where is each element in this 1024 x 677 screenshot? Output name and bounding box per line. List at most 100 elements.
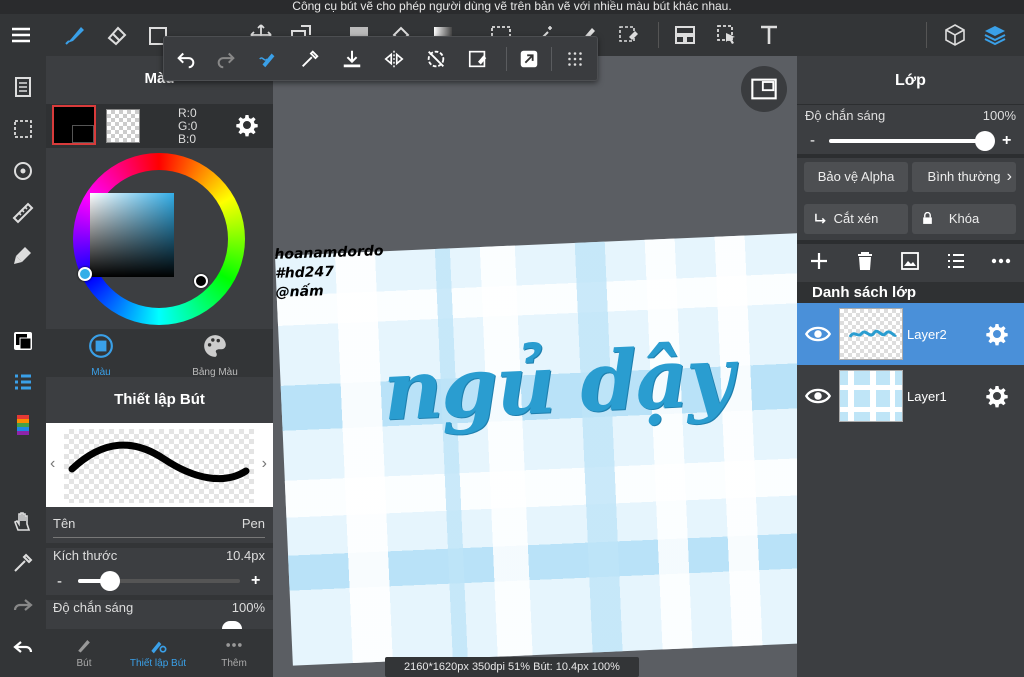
share-icon[interactable]	[515, 45, 543, 73]
tab-palette[interactable]: Bảng Màu	[160, 333, 270, 378]
brush-icon[interactable]	[8, 240, 38, 270]
eye-icon[interactable]	[803, 319, 833, 349]
clip-label: Cắt xén	[833, 211, 879, 226]
operation-tool-icon[interactable]	[712, 20, 742, 50]
tooltip-text: Công cụ bút vẽ cho phép người dùng vẽ tr…	[0, 0, 1024, 14]
lock-icon	[923, 212, 932, 224]
canvas-lettering: ngủ dậy	[381, 328, 735, 440]
brush-size-knob[interactable]	[100, 571, 121, 591]
import-image-icon[interactable]	[898, 249, 922, 278]
eye-icon[interactable]	[803, 381, 833, 411]
undo-icon[interactable]	[172, 45, 200, 73]
clip-button[interactable]: Cắt xén	[804, 204, 908, 234]
more-options-icon[interactable]	[989, 249, 1013, 278]
select-eraser-icon[interactable]	[614, 20, 644, 50]
app-window: Công cụ bút vẽ cho phép người dùng vẽ tr…	[0, 0, 1024, 677]
redo-side-icon[interactable]	[8, 590, 38, 620]
menu-icon[interactable]	[6, 20, 36, 50]
tab-brush-settings[interactable]: Thiết lập Bút	[122, 635, 194, 669]
selection-icon[interactable]	[8, 114, 38, 144]
brush-panel-title: Thiết lập Bút	[114, 391, 205, 408]
pen-tool-icon[interactable]	[60, 20, 90, 50]
layer-opacity-knob[interactable]	[975, 131, 995, 151]
canvas-area[interactable]: hoanamdordo #hd247 @nấm ngủ dậy 2160*162…	[273, 56, 797, 677]
gear-icon[interactable]	[982, 319, 1012, 349]
alpha-protect-button[interactable]: Bảo vệ Alpha	[804, 162, 908, 192]
save-download-icon[interactable]	[338, 45, 366, 73]
tab-color[interactable]: Màu	[46, 333, 156, 378]
eraser-tool-icon[interactable]	[102, 20, 132, 50]
eyedropper-icon[interactable]	[296, 45, 324, 73]
layer-list-label: Danh sách lớp	[812, 284, 917, 301]
sv-knob[interactable]	[194, 274, 208, 288]
sub-color-swatch[interactable]	[106, 109, 140, 143]
text-tool-icon[interactable]	[754, 20, 784, 50]
main-color-swatch[interactable]	[52, 105, 96, 145]
layer-opacity-slider[interactable]	[829, 131, 995, 151]
tab-more[interactable]: Thêm	[198, 635, 270, 669]
tab-brush[interactable]: Bút	[48, 635, 120, 669]
layer-opacity-value: 100%	[982, 108, 1016, 123]
bottom-tabs: Bút Thiết lập Bút Thêm	[46, 629, 273, 677]
color-wheel-area[interactable]	[46, 148, 273, 329]
frame-divider-icon[interactable]	[670, 20, 700, 50]
gear-icon[interactable]	[232, 110, 262, 140]
layer-panel: Lớp Độ chắn sáng 100% - + Bảo vệ Alpha B…	[797, 56, 1024, 677]
ruler-icon[interactable]	[8, 198, 38, 228]
brush-size-slider[interactable]	[78, 571, 240, 591]
left-sidebar	[0, 56, 46, 677]
more-grid-icon[interactable]	[561, 45, 589, 73]
lock-button[interactable]: Khóa	[912, 204, 1016, 234]
artist-watermark: hoanamdordo #hd247 @nấm	[274, 242, 385, 303]
redo-icon[interactable]	[212, 45, 240, 73]
size-plus-icon[interactable]: +	[251, 572, 260, 590]
watermark-line: hoanamdordo	[274, 243, 384, 263]
3d-material-icon[interactable]	[940, 20, 970, 50]
clear-layer-icon[interactable]	[464, 45, 492, 73]
layer-list-icon[interactable]	[944, 249, 968, 278]
rgb-b: B:0	[178, 132, 197, 146]
rotate-canvas-icon[interactable]	[8, 156, 38, 186]
brush-opacity-knob[interactable]	[222, 621, 242, 629]
stabilizer-pen-icon[interactable]	[254, 45, 282, 73]
brush-opacity-label: Độ chắn sáng	[53, 600, 134, 615]
brush-list-icon[interactable]	[8, 368, 38, 398]
color-panel: Màu R:0 G:0 B:0 Màu Bảng Màu	[46, 56, 273, 378]
add-layer-icon[interactable]	[807, 249, 831, 278]
brush-size-value: 10.4px	[225, 548, 265, 563]
hue-knob[interactable]	[78, 267, 92, 281]
size-minus-icon[interactable]: -	[57, 573, 62, 590]
watermark-line: @nấm	[275, 283, 324, 301]
layer-opacity-minus-icon[interactable]: -	[810, 132, 815, 149]
layer-row[interactable]: Layer1	[797, 365, 1024, 427]
hand-tool-icon[interactable]	[8, 506, 38, 536]
chevron-right-icon[interactable]: ›	[262, 455, 267, 473]
layer-opacity-plus-icon[interactable]: +	[1002, 132, 1011, 150]
rgb-r: R:0	[178, 106, 197, 120]
palette-strip-icon[interactable]	[8, 410, 38, 440]
flip-horizontal-icon[interactable]	[380, 45, 408, 73]
layer-opacity-label: Độ chắn sáng	[805, 108, 886, 123]
rotate-reset-icon[interactable]	[422, 45, 450, 73]
eyedropper-tool-icon[interactable]	[8, 548, 38, 578]
navigator-button[interactable]	[741, 66, 787, 112]
undo-side-icon[interactable]	[8, 632, 38, 662]
clip-arrow-icon	[815, 213, 826, 224]
color-tabs: Màu Bảng Màu	[46, 329, 273, 378]
blend-mode-button[interactable]: Bình thường ›	[912, 162, 1016, 192]
chevron-left-icon[interactable]: ‹	[50, 455, 55, 473]
gear-icon[interactable]	[982, 381, 1012, 411]
canvas-info-icon[interactable]	[8, 72, 38, 102]
lock-label: Khóa	[948, 211, 980, 226]
canvas-status-bar: 2160*1620px 350dpi 51% Bút: 10.4px 100%	[385, 657, 639, 677]
layer-row[interactable]: Layer2	[797, 303, 1024, 365]
saturation-value-square[interactable]	[90, 193, 174, 277]
delete-layer-icon[interactable]	[853, 249, 877, 278]
color-swatch-icon[interactable]	[8, 326, 38, 356]
tab-brush-label: Bút	[76, 658, 92, 669]
layers-icon[interactable]	[980, 20, 1010, 50]
rgb-g: G:0	[178, 119, 198, 133]
color-swatches: R:0 G:0 B:0	[46, 104, 273, 148]
layer-name: Layer1	[907, 389, 947, 404]
navigator-icon	[751, 78, 777, 100]
